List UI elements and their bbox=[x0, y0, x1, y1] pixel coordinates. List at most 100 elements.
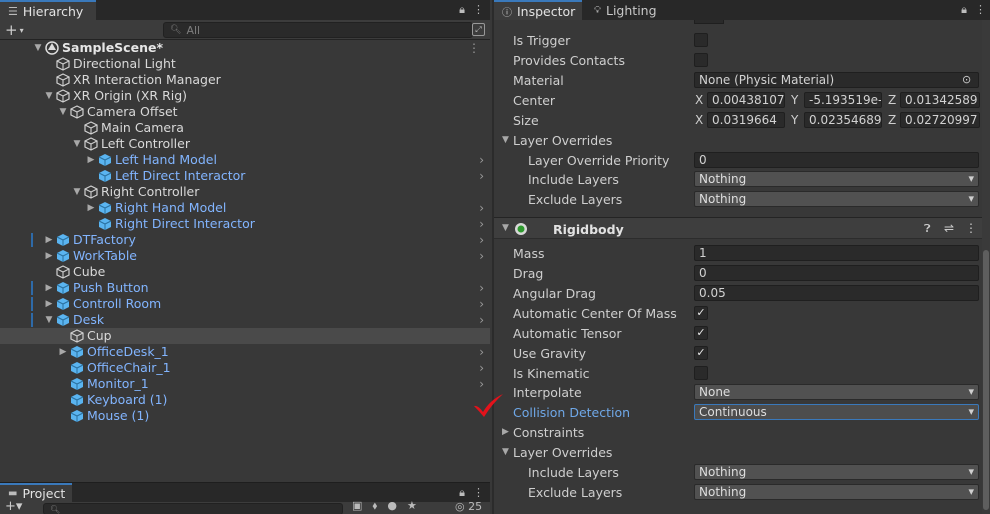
include-layers-dropdown[interactable]: Nothing bbox=[694, 464, 979, 480]
layer-override-priority-field[interactable]: 0 bbox=[694, 152, 979, 168]
project-search-input[interactable]: 🔍︎ bbox=[43, 503, 343, 514]
scene-more-icon[interactable]: ⋮ bbox=[468, 40, 480, 56]
hierarchy-item[interactable]: ▼ Right Controller bbox=[0, 184, 490, 200]
fold-arrow-icon[interactable]: ▼ bbox=[44, 312, 54, 328]
fold-arrow-right-icon[interactable]: ▶ bbox=[44, 280, 54, 296]
filter-icon[interactable]: ⤢ bbox=[472, 23, 485, 36]
hierarchy-item[interactable]: OfficeChair_1 › bbox=[0, 360, 490, 376]
center-z-field[interactable]: 0.01342589 bbox=[900, 92, 980, 108]
fold-arrow-right-icon[interactable]: ▶ bbox=[58, 344, 68, 360]
more-menu-icon[interactable]: ⋮ bbox=[975, 3, 986, 17]
inspector-scrollbar[interactable] bbox=[982, 20, 990, 514]
hierarchy-item[interactable]: Cup bbox=[0, 328, 490, 344]
hierarchy-item[interactable]: ▶ Left Hand Model › bbox=[0, 152, 490, 168]
scene-row[interactable]: ▼ SampleScene* ⋮ bbox=[0, 40, 490, 56]
chevron-right-icon[interactable]: › bbox=[479, 280, 484, 296]
hierarchy-item[interactable]: Right Direct Interactor › bbox=[0, 216, 490, 232]
fold-arrow-icon[interactable]: ▼ bbox=[58, 104, 68, 120]
rigidbody-header[interactable]: ▼ Rigidbody ❓︎ ⇌ ⋮ bbox=[494, 217, 990, 239]
hierarchy-item[interactable]: ▶ Controll Room › bbox=[0, 296, 490, 312]
hierarchy-item[interactable]: ▼ Desk › bbox=[0, 312, 490, 328]
center-x-field[interactable]: 0.00438107 bbox=[707, 92, 785, 108]
hierarchy-item[interactable]: Keyboard (1) bbox=[0, 392, 490, 408]
chevron-right-icon[interactable]: › bbox=[479, 248, 484, 264]
provides-contacts-checkbox[interactable] bbox=[694, 53, 708, 67]
center-y-field[interactable]: -5.193519e- bbox=[804, 92, 882, 108]
fold-arrow-icon[interactable]: ▼ bbox=[72, 136, 82, 152]
more-menu-icon[interactable]: ⋮ bbox=[473, 486, 484, 500]
add-button[interactable]: +▾ bbox=[5, 499, 22, 514]
chevron-right-icon[interactable]: › bbox=[479, 376, 484, 392]
object-picker-icon[interactable]: ⊙ bbox=[962, 73, 971, 86]
auto-tensor-checkbox[interactable]: ✓ bbox=[694, 326, 708, 340]
fold-arrow-icon[interactable]: ▼ bbox=[72, 184, 82, 200]
drag-field[interactable]: 0 bbox=[694, 265, 979, 281]
collider-layer-overrides-foldout[interactable]: ▼ Layer Overrides bbox=[494, 130, 982, 150]
chevron-right-icon[interactable]: › bbox=[479, 232, 484, 248]
is-kinematic-checkbox[interactable] bbox=[694, 366, 708, 380]
lock-icon[interactable]: 🔒︎ bbox=[961, 3, 967, 17]
fold-arrow-icon[interactable]: ▼ bbox=[33, 40, 43, 56]
hierarchy-item[interactable]: ▼ Camera Offset bbox=[0, 104, 490, 120]
rigidbody-layer-overrides-foldout[interactable]: ▼ Layer Overrides bbox=[494, 442, 982, 462]
fold-arrow-right-icon[interactable]: ▶ bbox=[502, 427, 509, 437]
hierarchy-item[interactable]: ▶ WorkTable › bbox=[0, 248, 490, 264]
hierarchy-item[interactable]: Cube bbox=[0, 264, 490, 280]
exclude-layers-dropdown[interactable]: Nothing bbox=[694, 484, 979, 500]
more-menu-icon[interactable]: ⋮ bbox=[473, 3, 484, 17]
size-y-field[interactable]: 0.02354689 bbox=[804, 112, 882, 128]
add-button[interactable]: +▾ bbox=[5, 21, 24, 39]
exclude-layers-dropdown[interactable]: Nothing bbox=[694, 191, 979, 207]
angular-drag-field[interactable]: 0.05 bbox=[694, 285, 979, 301]
chevron-right-icon[interactable]: › bbox=[479, 200, 484, 216]
hierarchy-item[interactable]: Directional Light bbox=[0, 56, 490, 72]
fold-arrow-icon[interactable]: ▼ bbox=[44, 88, 54, 104]
fold-arrow-right-icon[interactable]: ▶ bbox=[86, 152, 96, 168]
hierarchy-item[interactable]: ▶ Push Button › bbox=[0, 280, 490, 296]
chevron-right-icon[interactable]: › bbox=[479, 296, 484, 312]
hierarchy-item[interactable]: Main Camera bbox=[0, 120, 490, 136]
help-icon[interactable]: ❓︎ bbox=[924, 222, 931, 236]
preset-icon[interactable]: ⇌ bbox=[944, 221, 954, 235]
chevron-right-icon[interactable]: › bbox=[479, 344, 484, 360]
chevron-right-icon[interactable]: › bbox=[479, 216, 484, 232]
lock-icon[interactable]: 🔒︎ bbox=[459, 3, 465, 17]
hierarchy-item[interactable]: ▶ OfficeDesk_1 › bbox=[0, 344, 490, 360]
mass-field[interactable]: 1 bbox=[694, 245, 979, 261]
fold-arrow-icon[interactable]: ▼ bbox=[502, 135, 509, 145]
size-x-field[interactable]: 0.0319664 bbox=[707, 112, 785, 128]
hierarchy-item[interactable]: Monitor_1 › bbox=[0, 376, 490, 392]
lock-icon[interactable]: 🔒︎ bbox=[459, 486, 465, 500]
fold-arrow-right-icon[interactable]: ▶ bbox=[44, 248, 54, 264]
component-menu-icon[interactable]: ⋮ bbox=[965, 221, 977, 235]
partial-field[interactable] bbox=[694, 20, 724, 24]
tab-inspector[interactable]: ⓘ Inspector bbox=[494, 0, 582, 20]
tab-hierarchy[interactable]: ☰ Hierarchy bbox=[0, 0, 96, 20]
material-field[interactable]: None (Physic Material) bbox=[694, 72, 979, 88]
hierarchy-item[interactable]: Mouse (1) bbox=[0, 408, 490, 424]
hierarchy-item[interactable]: ▶ Right Hand Model › bbox=[0, 200, 490, 216]
fold-arrow-right-icon[interactable]: ▶ bbox=[86, 200, 96, 216]
fold-arrow-icon[interactable]: ▼ bbox=[502, 223, 509, 233]
interpolate-dropdown[interactable]: None bbox=[694, 384, 979, 400]
include-layers-dropdown[interactable]: Nothing bbox=[694, 171, 979, 187]
fold-arrow-icon[interactable]: ▼ bbox=[502, 447, 509, 457]
size-z-field[interactable]: 0.02720997 bbox=[900, 112, 980, 128]
hierarchy-item[interactable]: ▼ XR Origin (XR Rig) bbox=[0, 88, 490, 104]
fold-arrow-right-icon[interactable]: ▶ bbox=[44, 232, 54, 248]
constraints-foldout[interactable]: ▶ Constraints bbox=[494, 422, 982, 442]
hierarchy-item[interactable]: XR Interaction Manager bbox=[0, 72, 490, 88]
hierarchy-item[interactable]: ▼ Left Controller bbox=[0, 136, 490, 152]
use-gravity-checkbox[interactable]: ✓ bbox=[694, 346, 708, 360]
chevron-right-icon[interactable]: › bbox=[479, 152, 484, 168]
hierarchy-item[interactable]: ▶ DTFactory › bbox=[0, 232, 490, 248]
chevron-right-icon[interactable]: › bbox=[479, 360, 484, 376]
collision-detection-dropdown[interactable]: Continuous bbox=[694, 404, 979, 420]
tab-lighting[interactable]: 💡︎ Lighting bbox=[586, 0, 664, 20]
fold-arrow-right-icon[interactable]: ▶ bbox=[44, 296, 54, 312]
chevron-right-icon[interactable]: › bbox=[479, 312, 484, 328]
scrollbar-thumb[interactable] bbox=[983, 250, 989, 510]
hidden-count[interactable]: ◎ 25 bbox=[455, 500, 482, 513]
is-trigger-checkbox[interactable] bbox=[694, 33, 708, 47]
auto-com-checkbox[interactable]: ✓ bbox=[694, 306, 708, 320]
